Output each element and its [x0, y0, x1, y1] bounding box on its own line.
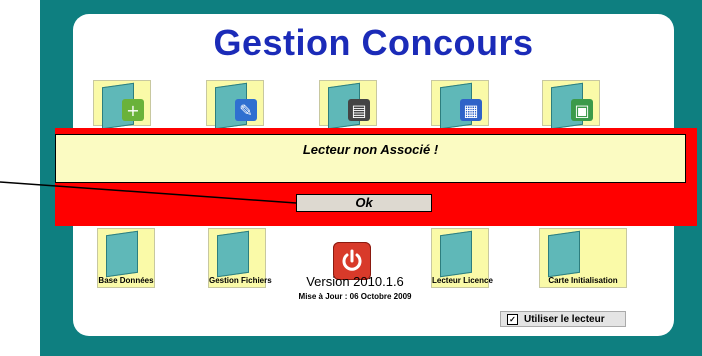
- pointer-line: [0, 181, 297, 204]
